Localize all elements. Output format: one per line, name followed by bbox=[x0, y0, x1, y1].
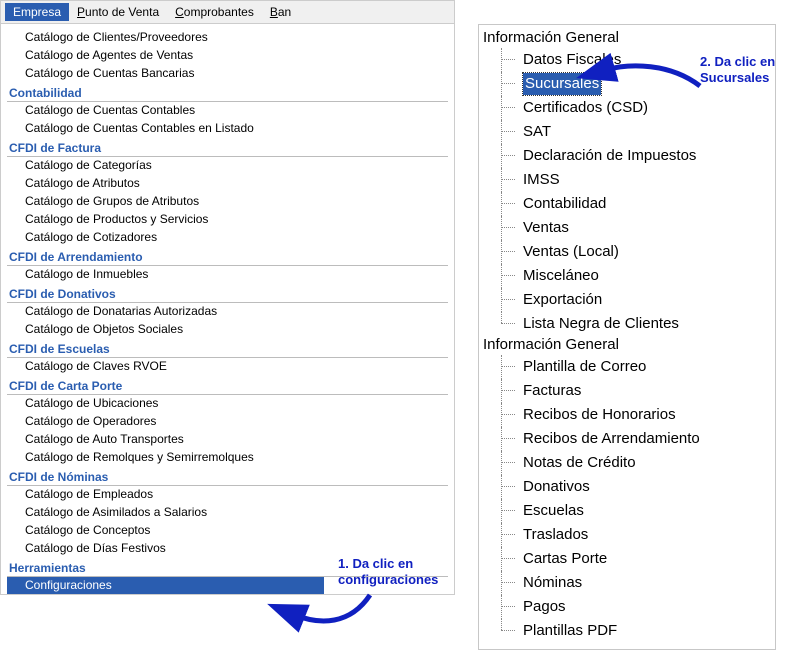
menu-item[interactable]: Catálogo de Inmuebles bbox=[7, 265, 454, 283]
tree-item[interactable]: Ventas bbox=[481, 216, 773, 240]
tree-item-label: Cartas Porte bbox=[523, 548, 607, 570]
empresa-dropdown-menu: Empresa Punto de Venta Comprobantes Ban … bbox=[0, 0, 455, 595]
tree-item-label: Traslados bbox=[523, 524, 588, 546]
tree-item[interactable]: Recibos de Arrendamiento bbox=[481, 427, 773, 451]
menu-item[interactable]: Catálogo de Cuentas Bancarias bbox=[7, 64, 454, 82]
tree-item-label: Contabilidad bbox=[523, 193, 606, 215]
tree-item-label: IMSS bbox=[523, 169, 560, 191]
tree-item-label: Escuelas bbox=[523, 500, 584, 522]
tree-item[interactable]: Facturas bbox=[481, 379, 773, 403]
menu-item[interactable]: Catálogo de Clientes/Proveedores bbox=[7, 28, 454, 46]
menu-item[interactable]: Catálogo de Días Festivos bbox=[7, 539, 454, 557]
arrow-icon bbox=[600, 58, 710, 98]
tree-item-label: Exportación bbox=[523, 289, 602, 311]
tree-item[interactable]: IMSS bbox=[481, 168, 773, 192]
tree-item[interactable]: Cartas Porte bbox=[481, 547, 773, 571]
tree-item-label: Sucursales bbox=[523, 73, 601, 95]
tree-item-label: Pagos bbox=[523, 596, 566, 618]
menu-item[interactable]: Catálogo de Cuentas Contables en Listado bbox=[7, 119, 454, 137]
tree-item[interactable]: Pagos bbox=[481, 595, 773, 619]
menu-item[interactable]: Catálogo de Cotizadores bbox=[7, 228, 454, 246]
menu-item[interactable]: Configuraciones bbox=[7, 576, 324, 594]
tree-item-label: Plantilla de Correo bbox=[523, 356, 646, 378]
tree-item-label: Recibos de Honorarios bbox=[523, 404, 676, 426]
tree-item[interactable]: Plantillas PDF bbox=[481, 619, 773, 643]
menu-item[interactable]: Catálogo de Claves RVOE bbox=[7, 357, 454, 375]
tree-item[interactable]: Certificados (CSD) bbox=[481, 96, 773, 120]
tree-item-label: Recibos de Arrendamiento bbox=[523, 428, 700, 450]
tree-item[interactable]: Misceláneo bbox=[481, 264, 773, 288]
tree-item-label: Nóminas bbox=[523, 572, 582, 594]
tree-item-label: SAT bbox=[523, 121, 551, 143]
config-tree-panel: Información GeneralDatos FiscalesSucursa… bbox=[478, 24, 776, 650]
menu-section-header: CFDI de Carta Porte bbox=[7, 377, 454, 394]
menu-section-header: CFDI de Factura bbox=[7, 139, 454, 156]
menu-item[interactable]: Catálogo de Categorías bbox=[7, 156, 454, 174]
menu-item[interactable]: Catálogo de Ubicaciones bbox=[7, 394, 454, 412]
menu-section-header: Contabilidad bbox=[7, 84, 454, 101]
tree-item[interactable]: Recibos de Honorarios bbox=[481, 403, 773, 427]
tree-item-label: Certificados (CSD) bbox=[523, 97, 648, 119]
tree-item-label: Declaración de Impuestos bbox=[523, 145, 696, 167]
arrow-icon bbox=[290, 590, 380, 640]
menu-empresa[interactable]: Empresa bbox=[5, 3, 69, 21]
menu-item[interactable]: Catálogo de Operadores bbox=[7, 412, 454, 430]
menu-item[interactable]: Catálogo de Remolques y Semirremolques bbox=[7, 448, 454, 466]
menu-item[interactable]: Catálogo de Agentes de Ventas bbox=[7, 46, 454, 64]
tree-item-label: Ventas bbox=[523, 217, 569, 239]
tree-item[interactable]: Nóminas bbox=[481, 571, 773, 595]
menu-item[interactable]: Catálogo de Asimilados a Salarios bbox=[7, 503, 454, 521]
tree-item[interactable]: Ventas (Local) bbox=[481, 240, 773, 264]
tree-item[interactable]: Contabilidad bbox=[481, 192, 773, 216]
annotation-step-2: 2. Da clic en Sucursales bbox=[700, 54, 810, 85]
menu-item[interactable]: Catálogo de Cuentas Contables bbox=[7, 101, 454, 119]
tree-item-label: Facturas bbox=[523, 380, 581, 402]
tree-group-title[interactable]: Información General bbox=[481, 29, 773, 48]
menu-section-header: CFDI de Nóminas bbox=[7, 468, 454, 485]
tree-item[interactable]: Escuelas bbox=[481, 499, 773, 523]
tree-group-title[interactable]: Información General bbox=[481, 336, 773, 355]
menu-item[interactable]: Catálogo de Auto Transportes bbox=[7, 430, 454, 448]
annotation-step-1: 1. Da clic en configuraciones bbox=[338, 556, 458, 587]
menu-item[interactable]: Catálogo de Conceptos bbox=[7, 521, 454, 539]
tree-item[interactable]: Exportación bbox=[481, 288, 773, 312]
menu-ban[interactable]: Ban bbox=[262, 3, 299, 21]
tree-item[interactable]: Lista Negra de Clientes bbox=[481, 312, 773, 336]
tree-item[interactable]: Donativos bbox=[481, 475, 773, 499]
menu-item[interactable]: Catálogo de Objetos Sociales bbox=[7, 320, 454, 338]
menu-item[interactable]: Catálogo de Grupos de Atributos bbox=[7, 192, 454, 210]
tree-item-label: Donativos bbox=[523, 476, 590, 498]
menu-punto-de-venta[interactable]: Punto de Venta bbox=[69, 3, 167, 21]
menu-section-header: CFDI de Donativos bbox=[7, 285, 454, 302]
menu-list: Catálogo de Clientes/ProveedoresCatálogo… bbox=[1, 24, 454, 594]
tree-item[interactable]: Declaración de Impuestos bbox=[481, 144, 773, 168]
tree-item-label: Ventas (Local) bbox=[523, 241, 619, 263]
menu-item[interactable]: Catálogo de Donatarias Autorizadas bbox=[7, 302, 454, 320]
menu-section-header: CFDI de Arrendamiento bbox=[7, 248, 454, 265]
menubar: Empresa Punto de Venta Comprobantes Ban bbox=[1, 1, 454, 24]
tree-item[interactable]: SAT bbox=[481, 120, 773, 144]
tree-item-label: Plantillas PDF bbox=[523, 620, 617, 642]
tree-item-label: Misceláneo bbox=[523, 265, 599, 287]
tree-item-label: Lista Negra de Clientes bbox=[523, 313, 679, 335]
tree-item[interactable]: Traslados bbox=[481, 523, 773, 547]
tree-item[interactable]: Notas de Crédito bbox=[481, 451, 773, 475]
menu-item[interactable]: Catálogo de Empleados bbox=[7, 485, 454, 503]
menu-item[interactable]: Catálogo de Atributos bbox=[7, 174, 454, 192]
menu-section-header: CFDI de Escuelas bbox=[7, 340, 454, 357]
menu-comprobantes[interactable]: Comprobantes bbox=[167, 3, 262, 21]
tree-item-label: Notas de Crédito bbox=[523, 452, 636, 474]
tree-item[interactable]: Plantilla de Correo bbox=[481, 355, 773, 379]
menu-item[interactable]: Catálogo de Productos y Servicios bbox=[7, 210, 454, 228]
